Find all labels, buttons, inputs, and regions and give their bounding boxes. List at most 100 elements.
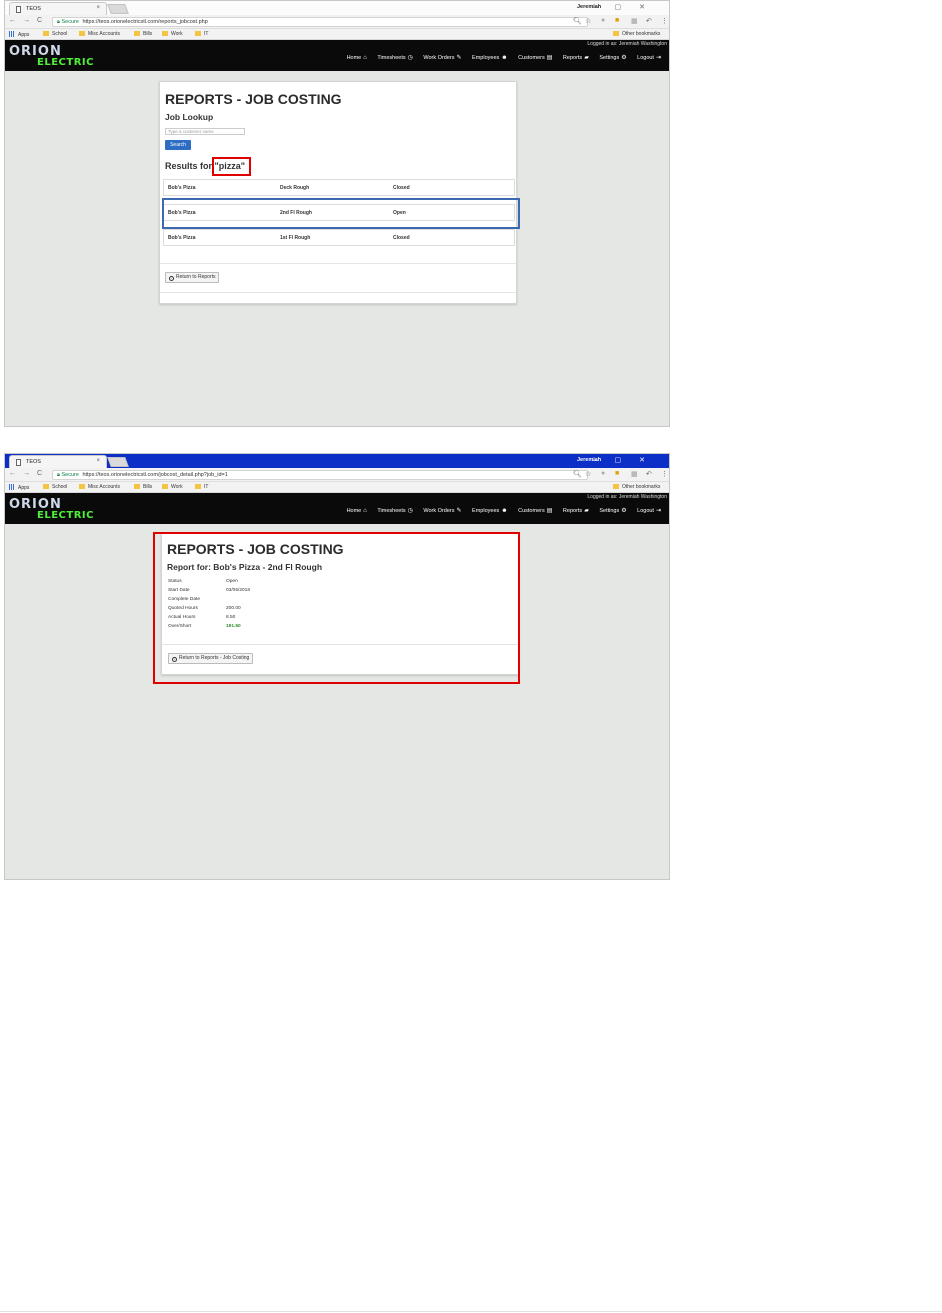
close-tab-icon[interactable]: × [96, 5, 100, 11]
nav-employees[interactable]: Employees ☻ [472, 55, 508, 61]
extension-icon-grid[interactable]: ▦ [631, 470, 638, 478]
row-job: 1st Fl Rough [280, 235, 311, 241]
bookmark-apps[interactable]: Apps [9, 31, 29, 38]
bookmark-misc-accounts[interactable]: Misc Accounts [79, 31, 120, 37]
secure-label: Secure [61, 19, 79, 25]
back-arrow-icon[interactable]: ← [9, 17, 16, 24]
bookmark-school[interactable]: School [43, 31, 67, 37]
folder-icon [195, 484, 201, 489]
new-tab-button[interactable] [107, 457, 129, 467]
nav-logout[interactable]: Logout ⇥ [637, 508, 661, 514]
folder-icon [79, 31, 85, 36]
bookmark-work[interactable]: Work [162, 31, 183, 37]
url-input[interactable]: 🔒︎ Secure https://teos.orionelectricstl.… [52, 17, 588, 27]
lock-icon: 🔒︎ [57, 19, 60, 25]
job-lookup-card: REPORTS - JOB COSTING Job Lookup Type a … [159, 81, 517, 304]
query-highlight-box [212, 157, 251, 176]
tab-title: TEOS [26, 6, 41, 12]
nav-settings[interactable]: Settings ⚙ [599, 508, 626, 514]
forward-arrow-icon[interactable]: → [23, 470, 30, 477]
folder-icon [195, 31, 201, 36]
table-row[interactable]: Bob's Pizza 1st Fl Rough Closed [163, 229, 515, 246]
nav-home[interactable]: Home ⌂ [347, 55, 367, 61]
nav-work-orders[interactable]: Work Orders ✎ [423, 508, 461, 514]
bookmark-bills[interactable]: Bills [134, 31, 152, 37]
list-icon: ▤ [546, 508, 553, 514]
back-arrow-icon[interactable]: ← [9, 470, 16, 477]
url-text: https://teos.orionelectricstl.com/report… [82, 19, 208, 25]
folder-icon [43, 31, 49, 36]
nav-work-orders[interactable]: Work Orders ✎ [423, 55, 461, 61]
folder-icon [613, 31, 619, 36]
bookmark-it[interactable]: IT [195, 484, 208, 490]
extension-icon-yellow[interactable]: ■ [615, 470, 619, 477]
forward-arrow-icon[interactable]: → [23, 17, 30, 24]
bookmark-other[interactable]: Other bookmarks [613, 484, 660, 490]
window-controls[interactable]: –▢✕ [593, 3, 663, 11]
zoom-icon[interactable]: 🔍︎ [573, 17, 582, 25]
extension-icon-arrow[interactable]: ↶ [646, 470, 652, 478]
bookmark-school[interactable]: School [43, 484, 67, 490]
nav-reports[interactable]: Reports ▰ [563, 508, 589, 514]
nav-timesheets[interactable]: Timesheets ◷ [377, 55, 412, 61]
reload-icon[interactable]: C [37, 17, 42, 24]
circle-arrow-left-icon: ‹ [169, 276, 174, 281]
folder-icon [162, 31, 168, 36]
nav-home[interactable]: Home ⌂ [347, 508, 367, 514]
browser-tab[interactable]: TEOS × [9, 455, 107, 468]
home-icon: ⌂ [363, 508, 367, 514]
reload-icon[interactable]: C [37, 470, 42, 477]
address-bar: ← → C 🔒︎ Secure https://teos.orionelectr… [5, 15, 669, 29]
window-controls[interactable]: –▢✕ [593, 456, 663, 464]
logo-electric[interactable]: ELECTRIC [37, 57, 94, 68]
home-icon: ⌂ [363, 55, 367, 61]
star-icon[interactable]: ☆ [585, 470, 591, 478]
close-tab-icon[interactable]: × [96, 458, 100, 464]
nav-customers[interactable]: Customers ▤ [518, 55, 552, 61]
extension-icon-grid[interactable]: ▦ [631, 17, 638, 25]
row-status: Closed [393, 235, 410, 241]
bookmark-it[interactable]: IT [195, 31, 208, 37]
nav-settings[interactable]: Settings ⚙ [599, 55, 626, 61]
nav-customers[interactable]: Customers ▤ [518, 508, 552, 514]
gears-icon: ⚙ [621, 508, 627, 514]
bookmark-other[interactable]: Other bookmarks [613, 31, 660, 37]
address-bar: ← → C 🔒︎ Secure https://teos.orionelectr… [5, 468, 669, 482]
folder-icon [134, 484, 140, 489]
nav-reports[interactable]: Reports ▰ [563, 55, 589, 61]
bookmark-apps[interactable]: Apps [9, 484, 29, 491]
browser-tab-bar: TEOS × Jeremiah –▢✕ [5, 1, 669, 15]
apps-icon [9, 484, 15, 490]
star-icon[interactable]: ☆ [585, 17, 591, 25]
logo-electric[interactable]: ELECTRIC [37, 510, 94, 521]
customer-search-input[interactable]: Type a customer name [165, 128, 245, 135]
search-button[interactable]: Search [165, 140, 191, 150]
page-title: REPORTS - JOB COSTING [165, 91, 342, 107]
bookmark-misc-accounts[interactable]: Misc Accounts [79, 484, 120, 490]
folder-icon [43, 484, 49, 489]
nav-logout[interactable]: Logout ⇥ [637, 55, 661, 61]
bookmark-work[interactable]: Work [162, 484, 183, 490]
new-tab-button[interactable] [107, 4, 129, 14]
book-icon: ▰ [584, 508, 589, 514]
bookmarks-bar: Apps School Misc Accounts Bills Work IT … [5, 29, 669, 40]
nav-employees[interactable]: Employees ☻ [472, 508, 508, 514]
row-highlight-box [162, 198, 520, 229]
kebab-menu-icon[interactable]: ⋮ [661, 17, 668, 25]
folder-icon [162, 484, 168, 489]
kebab-menu-icon[interactable]: ⋮ [661, 470, 668, 478]
table-row[interactable]: Bob's Pizza Deck Rough Closed [163, 179, 515, 196]
main-menu: Home ⌂ Timesheets ◷ Work Orders ✎ Employees… [338, 507, 661, 514]
edit-icon: ✎ [456, 508, 462, 514]
zoom-icon[interactable]: 🔍︎ [573, 470, 582, 478]
extension-icon[interactable]: ● [601, 17, 605, 24]
bookmark-bills[interactable]: Bills [134, 484, 152, 490]
extension-icon-arrow[interactable]: ↶ [646, 17, 652, 25]
divider [160, 292, 516, 293]
extension-icon[interactable]: ● [601, 470, 605, 477]
url-input[interactable]: 🔒︎ Secure https://teos.orionelectricstl.… [52, 470, 588, 480]
extension-icon-yellow[interactable]: ■ [615, 17, 619, 24]
return-to-reports-button[interactable]: ‹ Return to Reports [165, 272, 220, 283]
browser-tab[interactable]: TEOS × [9, 2, 107, 15]
nav-timesheets[interactable]: Timesheets ◷ [377, 508, 412, 514]
